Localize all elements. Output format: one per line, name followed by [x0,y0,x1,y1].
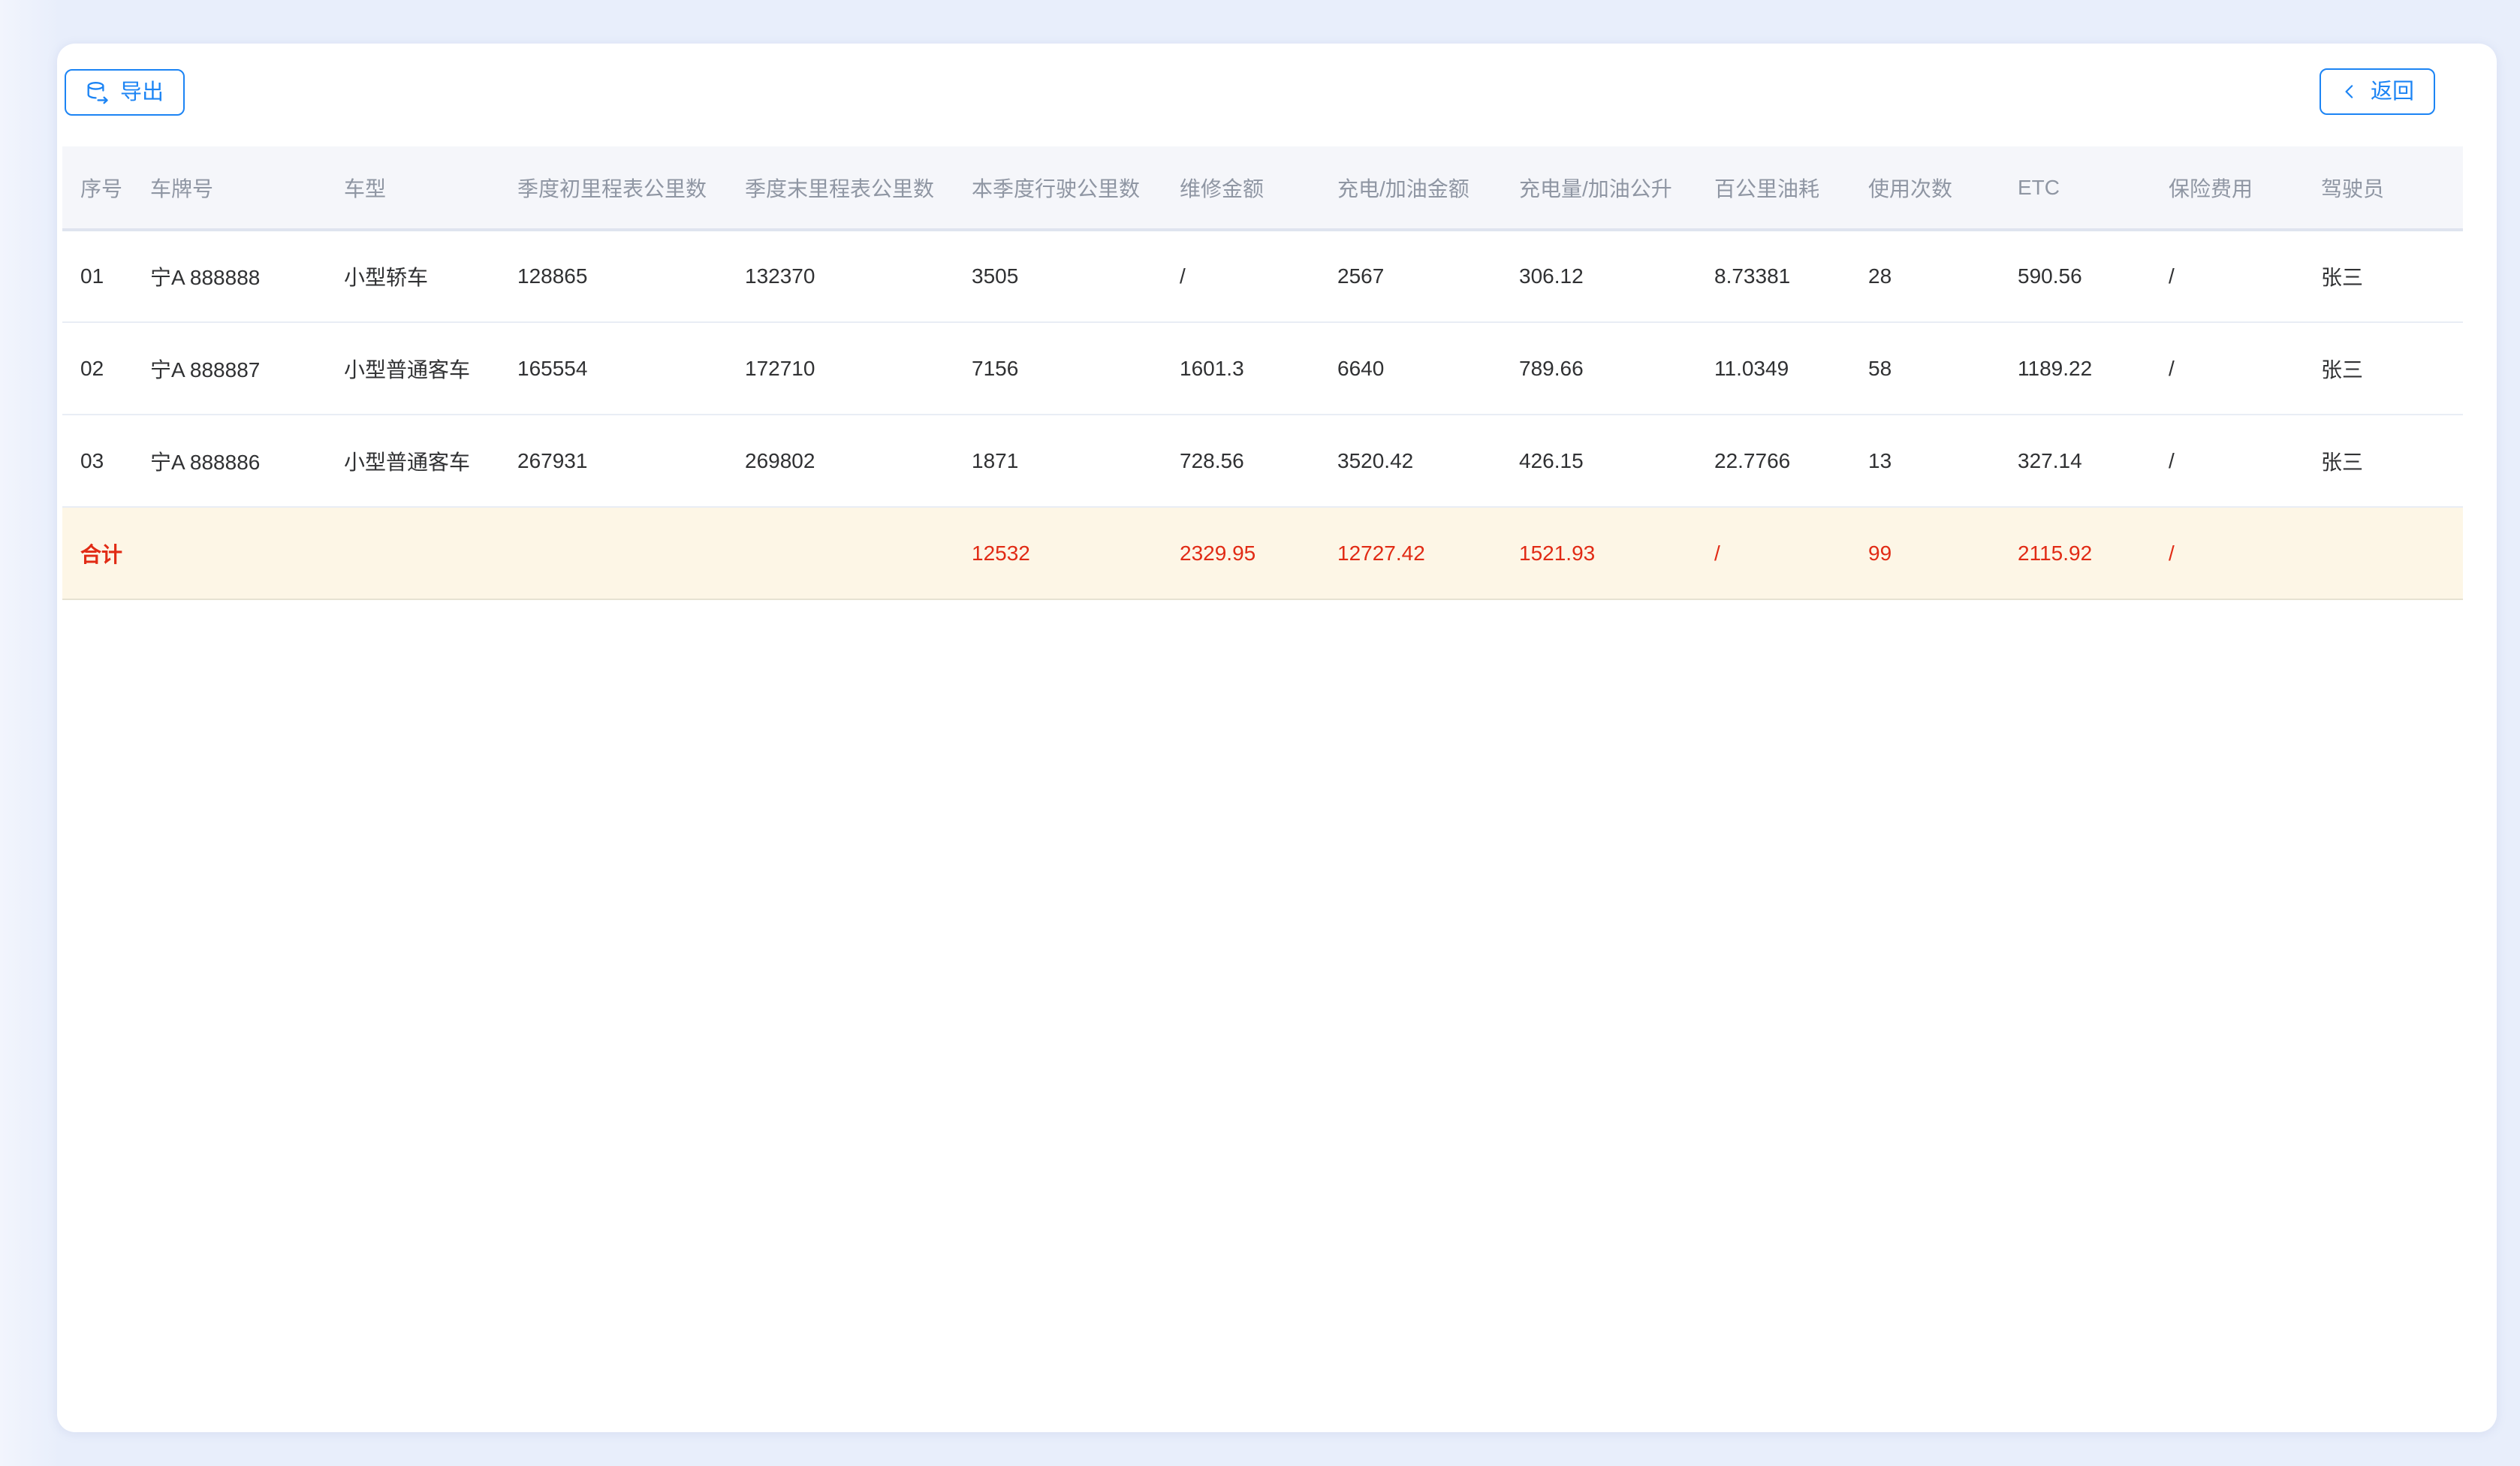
column-header: 本季度行驶公里数 [954,146,1162,230]
column-header: 车牌号 [132,146,326,230]
column-header: 季度末里程表公里数 [727,146,954,230]
table-cell: 01 [62,230,132,322]
table-cell: 宁A 888887 [132,322,326,415]
table-row: 03宁A 888886小型普通客车2679312698021871728.563… [62,415,2463,507]
table-cell: 小型轿车 [326,230,499,322]
table-cell: 小型普通客车 [326,322,499,415]
table-cell: 张三 [2303,415,2463,507]
table-cell: 306.12 [1501,230,1696,322]
table-cell: 02 [62,322,132,415]
table-cell: 58 [1850,322,2000,415]
column-header: 序号 [62,146,132,230]
table-cell: 22.7766 [1696,415,1850,507]
summary-cell: 2115.92 [2000,507,2151,599]
column-header: ETC [2000,146,2151,230]
table-cell: 789.66 [1501,322,1696,415]
column-header: 使用次数 [1850,146,2000,230]
table-cell: 3505 [954,230,1162,322]
table-cell: 28 [1850,230,2000,322]
summary-cell [727,507,954,599]
vehicle-quarter-report-table: 序号车牌号车型季度初里程表公里数季度末里程表公里数本季度行驶公里数维修金额充电/… [62,146,2463,600]
table-cell: 张三 [2303,230,2463,322]
table-cell: 132370 [727,230,954,322]
table-cell: 7156 [954,322,1162,415]
header-row: 序号车牌号车型季度初里程表公里数季度末里程表公里数本季度行驶公里数维修金额充电/… [62,146,2463,230]
column-header: 维修金额 [1162,146,1319,230]
table-cell: 宁A 888886 [132,415,326,507]
table-cell: 269802 [727,415,954,507]
table-cell: 426.15 [1501,415,1696,507]
column-header: 充电/加油金额 [1319,146,1501,230]
table-cell: 1189.22 [2000,322,2151,415]
database-export-icon [86,80,110,104]
table-cell: 3520.42 [1319,415,1501,507]
export-button-label: 导出 [120,82,164,104]
column-header: 充电量/加油公升 [1501,146,1696,230]
table-cell: 8.73381 [1696,230,1850,322]
table-cell: 590.56 [2000,230,2151,322]
summary-cell [326,507,499,599]
export-button[interactable]: 导出 [65,69,185,116]
table-row: 02宁A 888887小型普通客车16555417271071561601.36… [62,322,2463,415]
column-header: 驾驶员 [2303,146,2463,230]
content-card: 导出 返回 序号车牌号车型季度初里程表公里数季度末里程表公里数本季度行驶公里数维… [57,44,2497,1432]
summary-cell: / [1696,507,1850,599]
summary-cell [132,507,326,599]
table-cell: 172710 [727,322,954,415]
summary-cell: / [2151,507,2303,599]
table-cell: 小型普通客车 [326,415,499,507]
chevron-left-icon [2341,82,2360,101]
table-cell: 13 [1850,415,2000,507]
table-cell: 宁A 888888 [132,230,326,322]
column-header: 百公里油耗 [1696,146,1850,230]
back-button[interactable]: 返回 [2320,68,2435,115]
table-cell: 11.0349 [1696,322,1850,415]
table-body: 01宁A 888888小型轿车1288651323703505/2567306.… [62,230,2463,599]
summary-cell [499,507,727,599]
table-cell: 165554 [499,322,727,415]
table-cell: 1601.3 [1162,322,1319,415]
summary-cell [2303,507,2463,599]
table-cell: 6640 [1319,322,1501,415]
summary-row: 合计125322329.9512727.421521.93/992115.92/ [62,507,2463,599]
summary-cell: 12727.42 [1319,507,1501,599]
column-header: 车型 [326,146,499,230]
column-header: 季度初里程表公里数 [499,146,727,230]
table-cell: / [1162,230,1319,322]
summary-cell: 99 [1850,507,2000,599]
summary-cell: 合计 [62,507,132,599]
table-cell: 03 [62,415,132,507]
summary-cell: 1521.93 [1501,507,1696,599]
column-header: 保险费用 [2151,146,2303,230]
table-cell: / [2151,230,2303,322]
table-cell: 1871 [954,415,1162,507]
summary-cell: 2329.95 [1162,507,1319,599]
table-cell: 267931 [499,415,727,507]
table-cell: 128865 [499,230,727,322]
table-cell: 2567 [1319,230,1501,322]
table-cell: / [2151,415,2303,507]
summary-cell: 12532 [954,507,1162,599]
table-cell: 728.56 [1162,415,1319,507]
table-cell: 327.14 [2000,415,2151,507]
table-row: 01宁A 888888小型轿车1288651323703505/2567306.… [62,230,2463,322]
table-cell: 张三 [2303,322,2463,415]
back-button-label: 返回 [2371,81,2414,103]
table-cell: / [2151,322,2303,415]
